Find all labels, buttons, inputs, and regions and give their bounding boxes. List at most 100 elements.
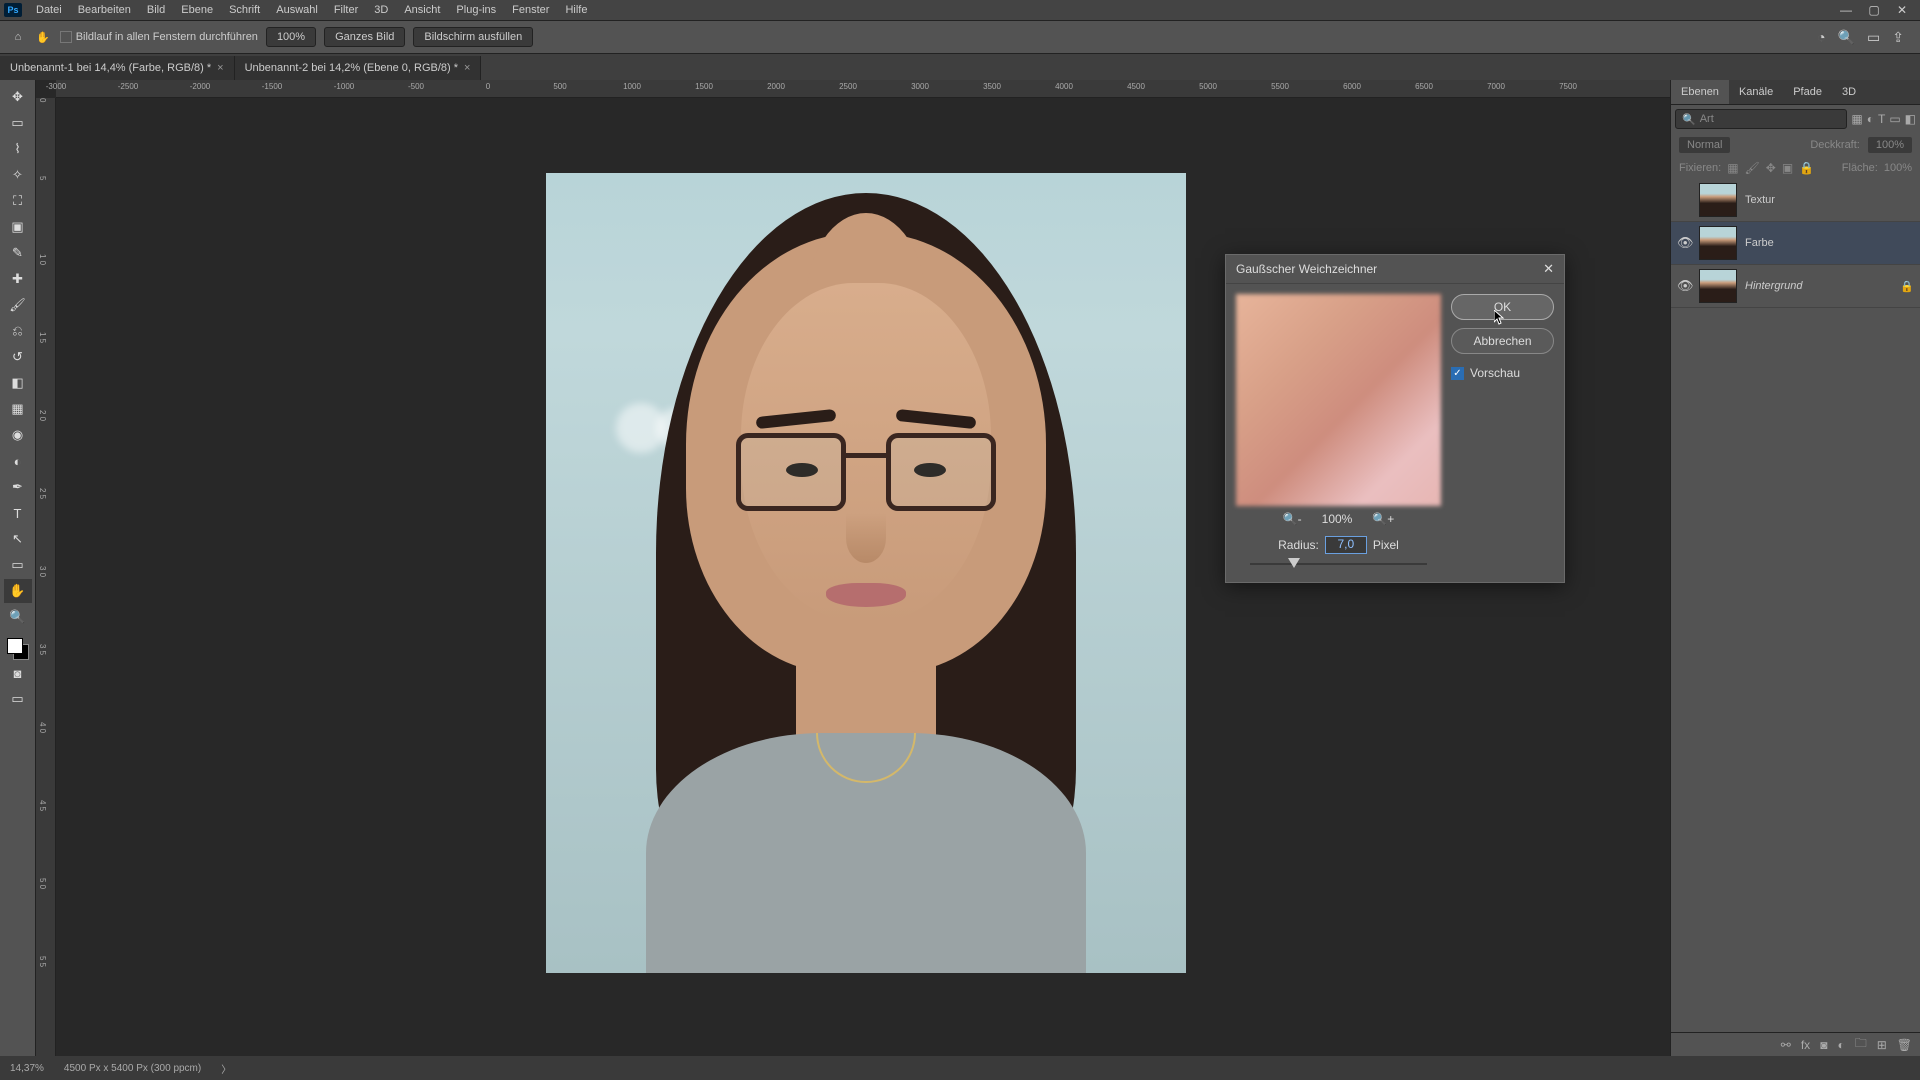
lock-all-icon[interactable]: 🔒: [1799, 161, 1814, 175]
quick-mask-tool[interactable]: ◙: [4, 661, 32, 685]
menu-plugins[interactable]: Plug-ins: [448, 4, 504, 16]
type-tool[interactable]: T: [4, 501, 32, 525]
lock-artboard-icon[interactable]: ▣: [1782, 161, 1793, 175]
workspace-icon[interactable]: ▭: [1867, 29, 1880, 46]
clone-stamp-tool[interactable]: ⎌: [4, 319, 32, 343]
ok-button[interactable]: OK: [1451, 294, 1554, 320]
search-icon[interactable]: 🔍: [1838, 29, 1855, 46]
status-doc-info[interactable]: 4500 Px x 5400 Px (300 ppcm): [64, 1063, 201, 1074]
status-zoom[interactable]: 14,37%: [10, 1063, 44, 1074]
menu-ebene[interactable]: Ebene: [173, 4, 221, 16]
filter-shape-icon[interactable]: ▭: [1889, 112, 1900, 126]
layer-row[interactable]: 👁 Farbe: [1671, 222, 1920, 265]
crop-tool[interactable]: ⛶: [4, 189, 32, 213]
ruler-vertical[interactable]: 051 01 52 02 53 03 54 04 55 05 5: [36, 98, 56, 1056]
blur-tool[interactable]: ◉: [4, 423, 32, 447]
filter-type-icon[interactable]: T: [1878, 112, 1885, 126]
menu-filter[interactable]: Filter: [326, 4, 366, 16]
menu-fenster[interactable]: Fenster: [504, 4, 557, 16]
menu-datei[interactable]: Datei: [28, 4, 70, 16]
status-arrow[interactable]: 〉: [221, 1061, 231, 1076]
maximize-button[interactable]: ▢: [1860, 3, 1888, 17]
radius-input[interactable]: 7,0: [1325, 536, 1367, 554]
menu-bild[interactable]: Bild: [139, 4, 173, 16]
new-layer-icon[interactable]: ⊞: [1877, 1038, 1887, 1052]
tab-3d[interactable]: 3D: [1832, 80, 1866, 104]
path-selection-tool[interactable]: ↖: [4, 527, 32, 551]
layer-search-input[interactable]: 🔍 Art: [1675, 109, 1847, 129]
layer-name[interactable]: Hintergrund: [1745, 280, 1802, 292]
share-icon[interactable]: ⇪: [1892, 29, 1904, 46]
cancel-button[interactable]: Abbrechen: [1451, 328, 1554, 354]
healing-brush-tool[interactable]: ✚: [4, 267, 32, 291]
close-tab-icon[interactable]: ×: [464, 62, 470, 74]
close-tab-icon[interactable]: ×: [217, 62, 223, 74]
zoom-100-button[interactable]: 100%: [266, 27, 316, 47]
shape-tool[interactable]: ▭: [4, 553, 32, 577]
dialog-close-icon[interactable]: ✕: [1543, 261, 1554, 277]
close-button[interactable]: ✕: [1888, 3, 1916, 17]
menu-auswahl[interactable]: Auswahl: [268, 4, 326, 16]
delete-layer-icon[interactable]: 🗑: [1897, 1038, 1912, 1052]
zoom-in-icon[interactable]: 🔍+: [1372, 512, 1394, 526]
move-tool[interactable]: ✥: [4, 85, 32, 109]
tab-kanaele[interactable]: Kanäle: [1729, 80, 1783, 104]
dialog-preview[interactable]: [1236, 294, 1441, 506]
lock-position-icon[interactable]: ✥: [1766, 161, 1776, 175]
layer-name[interactable]: Farbe: [1745, 237, 1774, 249]
layer-thumbnail[interactable]: [1699, 269, 1737, 303]
visibility-icon[interactable]: 👁: [1677, 278, 1691, 294]
home-icon[interactable]: ⌂: [8, 27, 28, 47]
adjustment-layer-icon[interactable]: ◐: [1837, 1038, 1844, 1052]
lasso-tool[interactable]: ⌇: [4, 137, 32, 161]
doc-tab-1[interactable]: Unbenannt-1 bei 14,4% (Farbe, RGB/8) * ×: [0, 56, 235, 80]
menu-hilfe[interactable]: Hilfe: [557, 4, 595, 16]
filter-adjustment-icon[interactable]: ◐: [1867, 112, 1874, 126]
preview-checkbox[interactable]: ✓: [1451, 367, 1464, 380]
pen-tool[interactable]: ✒: [4, 475, 32, 499]
tab-ebenen[interactable]: Ebenen: [1671, 80, 1729, 104]
layer-thumbnail[interactable]: [1699, 226, 1737, 260]
layer-row[interactable]: 👁 Hintergrund 🔒: [1671, 265, 1920, 308]
history-brush-tool[interactable]: ↺: [4, 345, 32, 369]
lock-transparent-icon[interactable]: ▦: [1727, 161, 1738, 175]
filter-pixel-icon[interactable]: ▦: [1851, 112, 1862, 126]
eyedropper-tool[interactable]: ✎: [4, 241, 32, 265]
magic-wand-tool[interactable]: ✧: [4, 163, 32, 187]
lock-paint-icon[interactable]: 🖌: [1745, 161, 1760, 175]
blend-mode-dropdown[interactable]: Normal: [1679, 137, 1730, 153]
layer-mask-icon[interactable]: ◙: [1820, 1038, 1827, 1052]
doc-tab-2[interactable]: Unbenannt-2 bei 14,2% (Ebene 0, RGB/8) *…: [235, 56, 482, 80]
frame-tool[interactable]: ▣: [4, 215, 32, 239]
brush-tool[interactable]: 🖌: [4, 293, 32, 317]
menu-schrift[interactable]: Schrift: [221, 4, 268, 16]
layer-thumbnail[interactable]: [1699, 183, 1737, 217]
foreground-color[interactable]: [7, 638, 23, 654]
dodge-tool[interactable]: ◐: [4, 449, 32, 473]
eraser-tool[interactable]: ◧: [4, 371, 32, 395]
fill-value[interactable]: 100%: [1884, 162, 1912, 174]
opacity-value[interactable]: 100%: [1868, 137, 1912, 153]
menu-bearbeiten[interactable]: Bearbeiten: [70, 4, 139, 16]
scroll-all-checkbox[interactable]: [60, 31, 72, 43]
cloud-icon[interactable]: ◔: [1817, 29, 1825, 46]
menu-ansicht[interactable]: Ansicht: [396, 4, 448, 16]
dialog-titlebar[interactable]: Gaußscher Weichzeichner ✕: [1226, 255, 1564, 284]
marquee-tool[interactable]: ▭: [4, 111, 32, 135]
hand-tool-icon[interactable]: ✋: [36, 31, 50, 44]
radius-slider[interactable]: [1250, 556, 1427, 572]
filter-smart-icon[interactable]: ◧: [1905, 112, 1916, 126]
fill-screen-button[interactable]: Bildschirm ausfüllen: [413, 27, 533, 47]
layer-style-icon[interactable]: fx: [1801, 1038, 1810, 1052]
screen-mode-tool[interactable]: ▭: [4, 687, 32, 711]
tab-pfade[interactable]: Pfade: [1783, 80, 1832, 104]
ruler-horizontal[interactable]: -3000-2500-2000-1500-1000-50005001000150…: [56, 80, 1670, 98]
menu-3d[interactable]: 3D: [366, 4, 396, 16]
fit-screen-button[interactable]: Ganzes Bild: [324, 27, 405, 47]
minimize-button[interactable]: —: [1832, 3, 1860, 17]
visibility-icon[interactable]: 👁: [1677, 235, 1691, 251]
zoom-tool[interactable]: 🔍: [4, 605, 32, 629]
group-icon[interactable]: 🗀: [1855, 1034, 1867, 1055]
zoom-out-icon[interactable]: 🔍‑: [1283, 512, 1302, 526]
color-swatches[interactable]: [7, 638, 29, 660]
